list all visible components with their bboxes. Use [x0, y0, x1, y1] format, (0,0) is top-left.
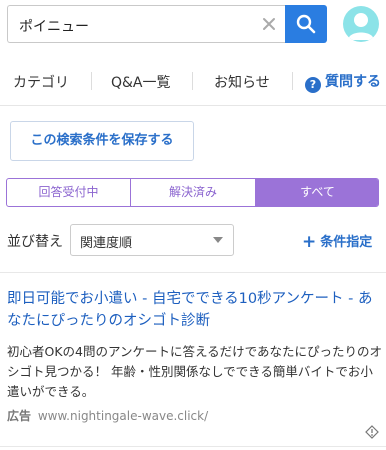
status-tabs: 回答受付中 解決済み すべて: [6, 178, 379, 207]
tab-accepting-answers[interactable]: 回答受付中: [7, 179, 130, 206]
ask-question-label: 質問する: [325, 74, 381, 90]
avatar[interactable]: [343, 6, 379, 42]
divider: [0, 446, 386, 447]
nav-divider: [91, 72, 92, 90]
save-search-condition-button[interactable]: この検索条件を保存する: [10, 121, 194, 161]
search-button[interactable]: [285, 5, 327, 43]
nav-item-news[interactable]: お知らせ: [214, 72, 270, 92]
adchoices-icon[interactable]: [365, 425, 379, 439]
nav-divider: [292, 72, 293, 90]
nav-bar: カテゴリ Q&A一覧 お知らせ ? 質問する: [0, 58, 386, 106]
ad-title-link[interactable]: 即日可能でお小遣い - 自宅でできる10秒アンケート - あなたにぴったりのオシ…: [7, 288, 383, 332]
tab-all[interactable]: すべて: [255, 179, 378, 206]
nav-divider: [192, 72, 193, 90]
sort-label: 並び替え: [7, 234, 63, 250]
question-icon: ?: [305, 77, 321, 93]
search-input[interactable]: ポイニュー: [7, 5, 285, 43]
nav-item-category[interactable]: カテゴリ: [13, 72, 69, 92]
ad-footer: 広告 www.nightingale-wave.click/: [7, 407, 208, 424]
ask-question-link[interactable]: ? 質問する: [305, 71, 381, 93]
search-query[interactable]: ポイニュー: [19, 16, 89, 36]
chevron-down-icon: [213, 237, 223, 243]
user-icon: [348, 13, 374, 40]
header: ポイニュー: [0, 0, 386, 54]
divider: [0, 272, 386, 273]
nav-item-qa-list[interactable]: Q&A一覧: [111, 72, 171, 92]
tab-resolved[interactable]: 解決済み: [131, 179, 255, 206]
search-icon: [296, 14, 316, 34]
filter-condition-link[interactable]: + 条件指定: [302, 231, 372, 252]
filter-condition-label: 条件指定: [320, 235, 373, 250]
sort-selected-value: 関連度順: [80, 236, 133, 251]
ad-url[interactable]: www.nightingale-wave.click/: [38, 409, 208, 423]
sort-select[interactable]: 関連度順: [70, 224, 234, 256]
ad-badge: 広告: [7, 409, 32, 423]
clear-icon[interactable]: [260, 15, 278, 33]
plus-icon: +: [302, 232, 317, 252]
ad-description: 初心者OKの4問のアンケートに答えるだけであなたにぴったりのオシゴト見つかる！ …: [7, 344, 382, 399]
